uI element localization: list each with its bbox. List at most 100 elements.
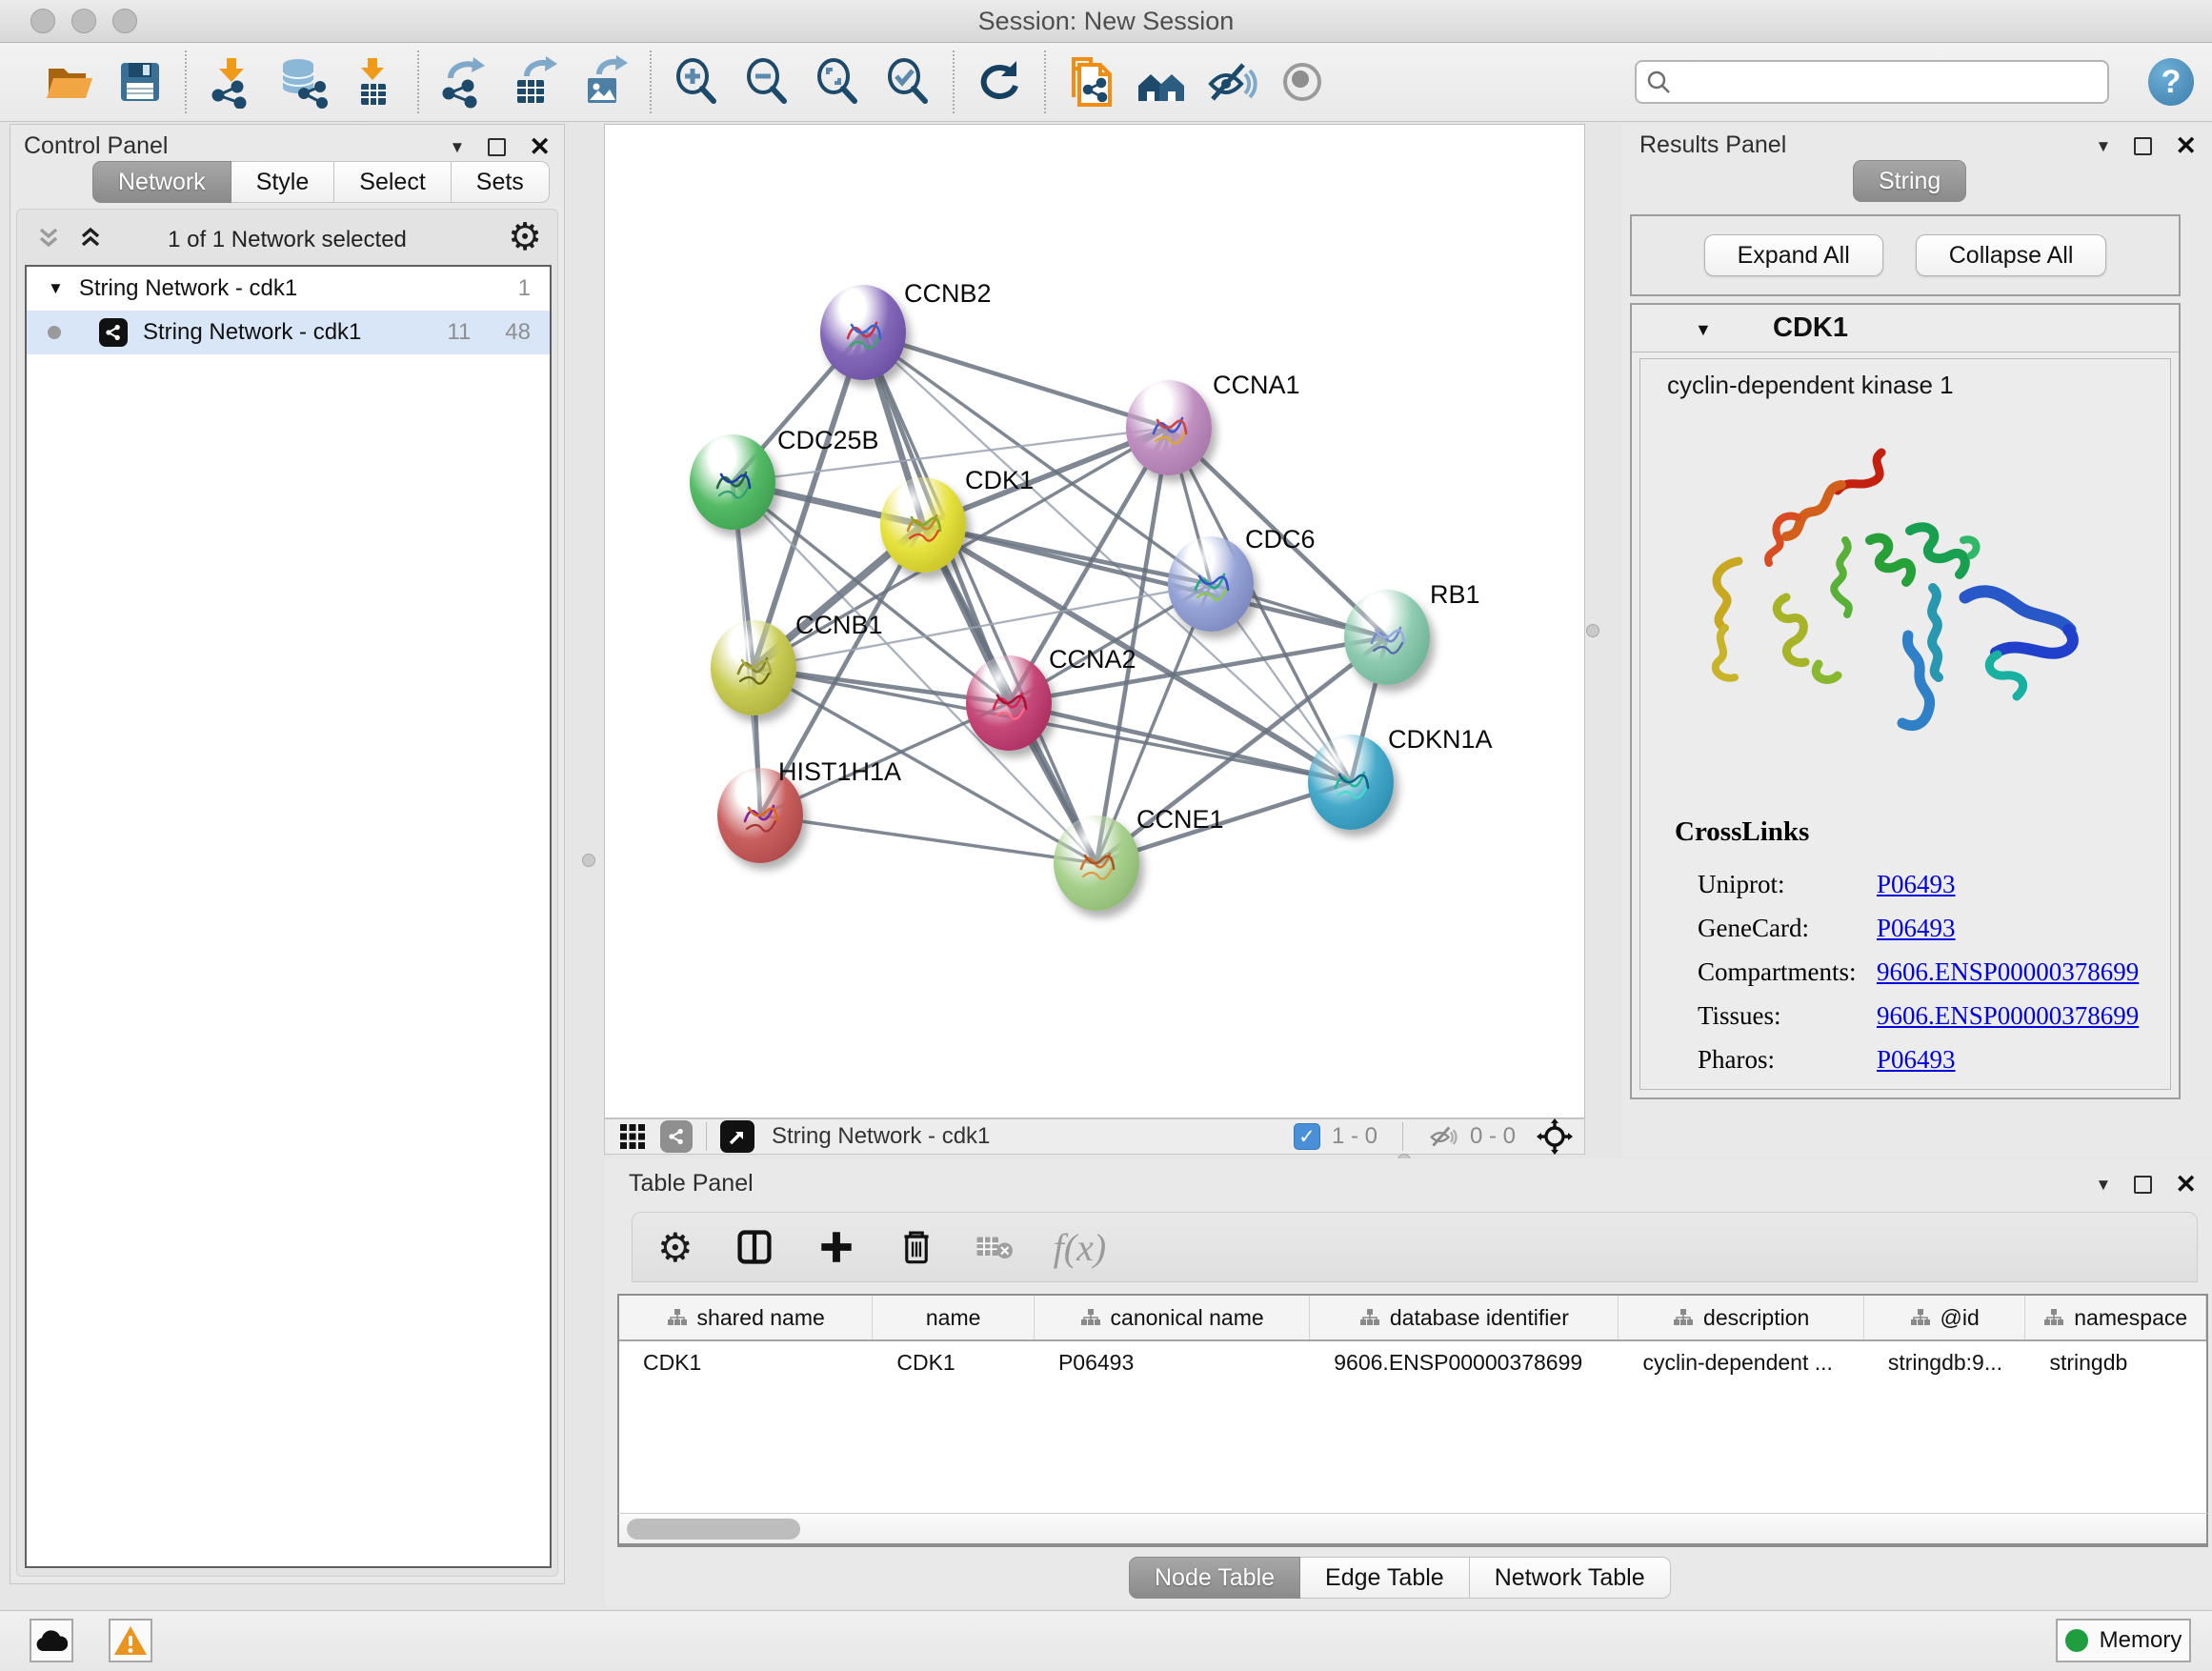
zoom-in-button[interactable] — [661, 49, 732, 115]
import-table-button[interactable] — [337, 49, 408, 115]
gene-header-row[interactable]: ▼ CDK1 — [1632, 305, 2179, 352]
delete-column-icon[interactable] — [895, 1226, 937, 1268]
crosslink-link[interactable]: P06493 — [1877, 914, 1956, 943]
table-row[interactable]: CDK1CDK1P064939606.ENSP00000378699cyclin… — [619, 1341, 2206, 1383]
home-button[interactable] — [1126, 49, 1196, 115]
table-cell[interactable]: 9606.ENSP00000378699 — [1310, 1341, 1619, 1383]
table-horizontal-scrollbar[interactable] — [617, 1513, 2208, 1545]
network-node-ccnb2[interactable] — [820, 285, 906, 380]
network-node-cdk1[interactable] — [880, 477, 966, 573]
network-canvas[interactable]: CCNB2CCNA1CDC25BCDK1CDC6RB1CCNB1CCNA2CDK… — [604, 124, 1585, 1118]
panel-menu-icon[interactable]: ▼ — [450, 138, 466, 157]
tab-select[interactable]: Select — [334, 161, 451, 203]
table-cell[interactable]: stringdb — [2025, 1341, 2206, 1383]
selected-nodes-checkbox[interactable]: ✓ — [1294, 1123, 1320, 1150]
table-cell[interactable]: CDK1 — [873, 1341, 1035, 1383]
network-node-ccna2[interactable] — [966, 655, 1052, 751]
left-splitter-handle[interactable] — [582, 854, 595, 867]
tab-string[interactable]: String — [1853, 160, 1966, 202]
memory-button[interactable]: Memory — [2056, 1619, 2191, 1662]
node-label-ccna2: CCNA2 — [1049, 645, 1136, 674]
table-cell[interactable]: stringdb:9... — [1864, 1341, 2026, 1383]
crosslink-link[interactable]: P06493 — [1877, 870, 1956, 899]
panel-float-icon[interactable] — [488, 138, 506, 156]
table-options-gear-icon[interactable]: ⚙ — [657, 1224, 694, 1271]
eye-button[interactable] — [1267, 49, 1337, 115]
tab-network-table[interactable]: Network Table — [1470, 1557, 1671, 1599]
help-button[interactable]: ? — [2148, 58, 2194, 106]
export-image-button[interactable] — [570, 49, 640, 115]
zoom-fit-button[interactable] — [802, 49, 873, 115]
import-network-from-database-button[interactable] — [267, 49, 337, 115]
tree-expand-arrow-icon[interactable]: ▼ — [48, 279, 64, 298]
network-edge[interactable] — [863, 332, 1169, 428]
table-cell[interactable]: cyclin-dependent ... — [1619, 1341, 1863, 1383]
network-edge[interactable] — [760, 815, 1096, 863]
panel-float-icon[interactable] — [2134, 137, 2152, 155]
zoom-selected-button[interactable] — [873, 49, 943, 115]
panel-close-icon[interactable]: ✕ — [2175, 133, 2197, 159]
tab-sets[interactable]: Sets — [452, 161, 550, 203]
network-node-cdc6[interactable] — [1168, 536, 1254, 632]
table-cell[interactable]: P06493 — [1035, 1341, 1310, 1383]
function-builder-button[interactable]: f(x) — [1054, 1225, 1107, 1270]
network-node-ccne1[interactable] — [1054, 815, 1139, 911]
refresh-button[interactable] — [964, 49, 1035, 115]
right-splitter-handle[interactable] — [1586, 624, 1599, 637]
column-header-shared-name[interactable]: shared name — [619, 1296, 873, 1339]
column-header-database-identifier[interactable]: database identifier — [1310, 1296, 1619, 1339]
tab-network[interactable]: Network — [92, 161, 231, 203]
gene-collapse-arrow-icon[interactable]: ▼ — [1695, 320, 1712, 340]
network-node-cdc25b[interactable] — [690, 434, 775, 530]
column-label: name — [926, 1305, 981, 1331]
birdseye-view-icon[interactable] — [720, 1120, 754, 1153]
panel-float-icon[interactable] — [2134, 1176, 2152, 1194]
grid-view-icon[interactable] — [618, 1122, 647, 1151]
crosslink-link[interactable]: P06493 — [1877, 1045, 1956, 1075]
panel-close-icon[interactable]: ✕ — [529, 134, 551, 160]
network-node-ccna1[interactable] — [1126, 380, 1212, 475]
export-network-button[interactable] — [429, 49, 499, 115]
column-header-description[interactable]: description — [1619, 1296, 1863, 1339]
search-field[interactable] — [1635, 60, 2109, 104]
column-label: shared name — [697, 1305, 825, 1331]
tab-style[interactable]: Style — [231, 161, 335, 203]
column-header-canonical-name[interactable]: canonical name — [1035, 1296, 1310, 1339]
search-input[interactable] — [1679, 69, 2107, 95]
show-columns-icon[interactable] — [732, 1224, 777, 1270]
network-share-view-icon[interactable] — [660, 1120, 693, 1153]
scrollbar-thumb[interactable] — [627, 1519, 800, 1540]
hide-labels-button[interactable] — [1196, 49, 1267, 115]
import-network-button[interactable] — [196, 49, 267, 115]
panel-menu-icon[interactable]: ▼ — [2096, 137, 2112, 156]
panel-close-icon[interactable]: ✕ — [2175, 1172, 2197, 1198]
network-edge[interactable] — [1009, 703, 1351, 782]
network-options-gear-icon[interactable]: ⚙ — [508, 215, 542, 259]
panel-menu-icon[interactable]: ▼ — [2096, 1176, 2112, 1195]
network-row[interactable]: String Network - cdk1 11 48 — [27, 311, 550, 354]
export-table-button[interactable] — [499, 49, 570, 115]
protein-ribbon-icon — [729, 641, 778, 695]
column-header-namespace[interactable]: namespace — [2025, 1296, 2206, 1339]
tab-node-table[interactable]: Node Table — [1129, 1557, 1300, 1599]
crosslink-link[interactable]: 9606.ENSP00000378699 — [1877, 1001, 2139, 1031]
open-session-button[interactable] — [34, 49, 105, 115]
save-session-button[interactable] — [105, 49, 175, 115]
tab-edge-table[interactable]: Edge Table — [1300, 1557, 1470, 1599]
network-node-rb1[interactable] — [1344, 590, 1430, 685]
zoom-out-button[interactable] — [732, 49, 802, 115]
string-import-button[interactable] — [1056, 49, 1126, 115]
column-header-@id[interactable]: @id — [1864, 1296, 2026, 1339]
cloud-status-button[interactable] — [30, 1619, 73, 1662]
network-node-ccnb1[interactable] — [711, 620, 796, 715]
collapse-all-button[interactable]: Collapse All — [1916, 234, 2107, 276]
column-header-name[interactable]: name — [873, 1296, 1035, 1339]
network-node-cdkn1a[interactable] — [1308, 735, 1394, 830]
fit-content-crosshair-icon[interactable] — [1537, 1118, 1573, 1155]
warnings-button[interactable] — [109, 1619, 152, 1662]
expand-all-button[interactable]: Expand All — [1704, 234, 1883, 276]
network-collection-row[interactable]: ▼ String Network - cdk1 1 — [27, 267, 550, 311]
crosslink-link[interactable]: 9606.ENSP00000378699 — [1877, 957, 2139, 987]
add-column-icon[interactable] — [815, 1226, 857, 1268]
table-cell[interactable]: CDK1 — [619, 1341, 873, 1383]
